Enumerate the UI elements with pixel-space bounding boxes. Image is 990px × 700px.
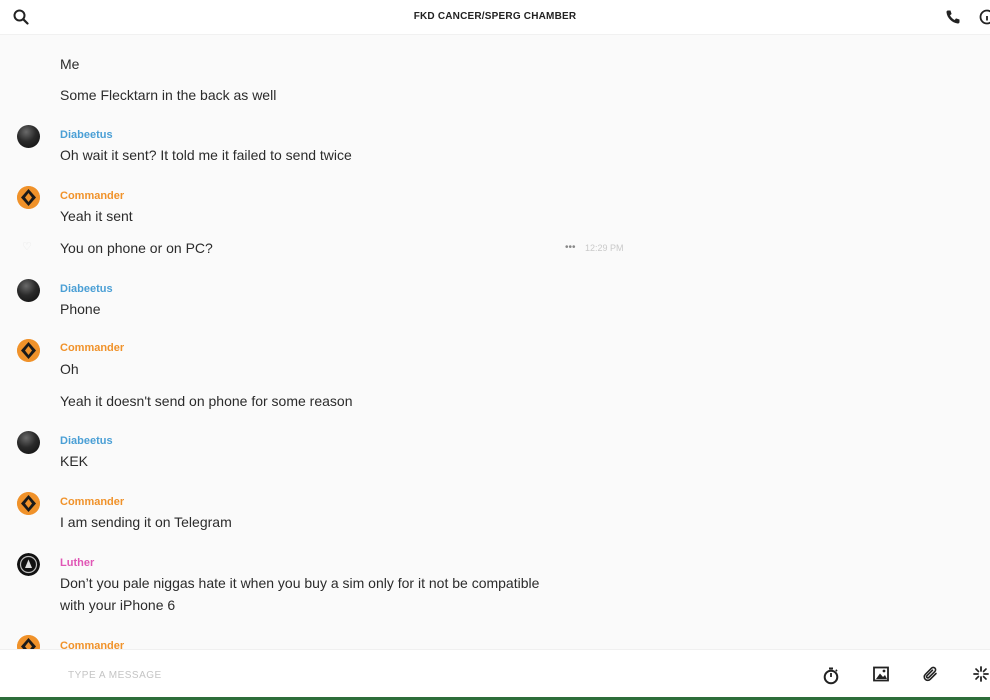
message-author[interactable]: Commander: [60, 640, 124, 649]
message-text: Yeah it doesn't send on phone for some r…: [60, 393, 353, 409]
message-text: Some Flecktarn in the back as well: [60, 87, 277, 103]
image-icon[interactable]: [873, 666, 889, 682]
message-text: Oh: [60, 361, 79, 377]
message-text: KEK: [60, 453, 89, 469]
heart-icon[interactable]: ♡: [22, 240, 32, 253]
message-author[interactable]: Commander: [60, 190, 124, 202]
message-composer: TYPE A MESSAGE: [0, 649, 990, 700]
avatar[interactable]: [17, 186, 40, 209]
info-icon[interactable]: [979, 9, 990, 25]
message-author[interactable]: Diabeetus: [60, 283, 113, 295]
message-text: Me: [60, 56, 80, 72]
chat-title: FKD CANCER/SPERG CHAMBER: [413, 11, 577, 22]
paperclip-icon[interactable]: [923, 666, 939, 682]
message-author[interactable]: Luther: [60, 557, 94, 569]
chat-header: FKD CANCER/SPERG CHAMBER: [0, 0, 990, 35]
phone-icon[interactable]: [945, 9, 961, 25]
more-options-icon[interactable]: •••: [565, 242, 576, 253]
timer-icon[interactable]: [823, 667, 839, 685]
avatar[interactable]: [17, 431, 40, 454]
message-text: You on phone or on PC?: [60, 240, 213, 256]
message-author[interactable]: Commander: [60, 496, 124, 508]
message-author[interactable]: Diabeetus: [60, 435, 113, 447]
message-author[interactable]: Commander: [60, 342, 124, 351]
message-timestamp: 12:29 PM: [585, 243, 624, 253]
avatar[interactable]: [17, 553, 40, 576]
avatar[interactable]: [17, 339, 40, 362]
message-author[interactable]: Diabeetus: [60, 129, 113, 141]
avatar[interactable]: [17, 635, 40, 649]
message-text: Oh wait it sent? It told me it failed to…: [60, 147, 352, 163]
message-text: Yeah it sent: [60, 208, 133, 224]
message-text: Don’t you pale niggas hate it when you b…: [60, 575, 540, 613]
message-text: I am sending it on Telegram: [60, 514, 232, 530]
sparkle-icon[interactable]: [973, 666, 989, 682]
avatar[interactable]: [17, 279, 40, 302]
message-input[interactable]: TYPE A MESSAGE: [68, 670, 162, 681]
message-text: Phone: [60, 301, 101, 317]
avatar[interactable]: [17, 125, 40, 148]
avatar[interactable]: [17, 492, 40, 515]
message-list[interactable]: Me Some Flecktarn in the back as well Di…: [0, 35, 990, 649]
